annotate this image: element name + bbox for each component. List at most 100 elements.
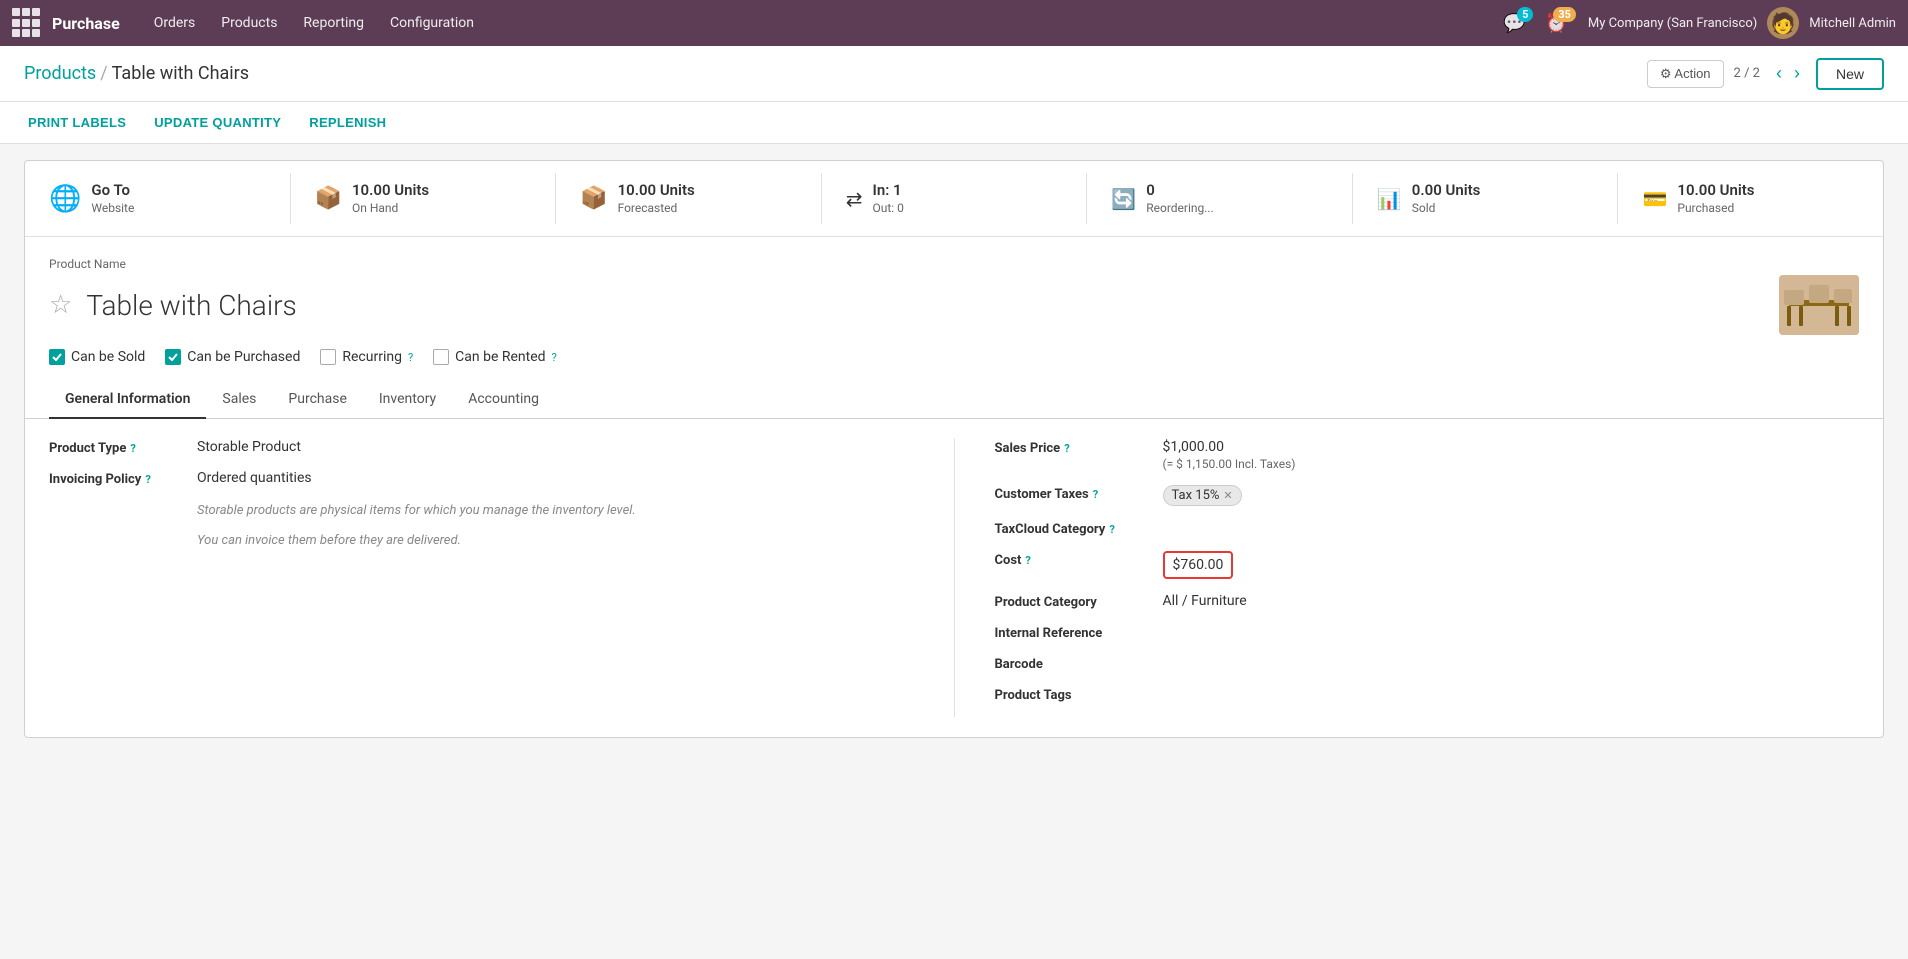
breadcrumb-current: Table with Chairs — [112, 63, 249, 84]
on-hand-stat-text: 10.00 Units On Hand — [352, 181, 429, 216]
apps-icon[interactable] — [12, 8, 42, 38]
product-type-help[interactable]: ? — [130, 442, 135, 455]
recurring-checkbox[interactable]: Recurring ? — [320, 349, 413, 365]
tab-sales[interactable]: Sales — [206, 381, 272, 419]
tax-badge[interactable]: Tax 15% ✕ — [1163, 485, 1242, 506]
new-button[interactable]: New — [1816, 58, 1884, 90]
product-thumbnail[interactable] — [1779, 275, 1859, 335]
nav-arrows: ‹ › — [1770, 59, 1806, 88]
nav-orders[interactable]: Orders — [142, 0, 208, 46]
main-content: 🌐 Go To Website 📦 10.00 Units On Hand 📦 … — [0, 144, 1908, 959]
product-note2: You can invoice them before they are del… — [197, 531, 914, 551]
can-be-sold-checkbox[interactable]: Can be Sold — [49, 349, 145, 365]
form-section: Product Type ? Storable Product Invoicin… — [49, 419, 1859, 737]
in-out-stat-text: In: 1 Out: 0 — [873, 181, 904, 216]
sales-price-label: Sales Price ? — [995, 439, 1155, 456]
product-category-row: Product Category All / Furniture — [995, 593, 1860, 610]
stat-on-hand[interactable]: 📦 10.00 Units On Hand — [291, 173, 557, 224]
tab-accounting[interactable]: Accounting — [452, 381, 555, 419]
invoicing-policy-label: Invoicing Policy ? — [49, 470, 189, 487]
purchased-value: 10.00 Units — [1677, 181, 1754, 201]
cost-help[interactable]: ? — [1025, 554, 1030, 567]
chat-button[interactable]: 💬 5 — [1503, 13, 1525, 34]
nav-reporting[interactable]: Reporting — [291, 0, 376, 46]
product-info: Product Name ☆ Table with Chairs — [25, 237, 1883, 737]
tax-label: Tax 15% — [1172, 488, 1220, 503]
breadcrumb-sep: / — [100, 63, 107, 84]
update-quantity-button[interactable]: UPDATE QUANTITY — [150, 115, 285, 130]
prev-button[interactable]: ‹ — [1770, 59, 1788, 88]
purchased-stat-text: 10.00 Units Purchased — [1677, 181, 1754, 216]
user-avatar[interactable]: 🧑 — [1767, 7, 1799, 39]
reordering-stat-text: 0 Reordering... — [1146, 181, 1214, 216]
sales-price-row: Sales Price ? $1,000.00 (= $ 1,150.00 In… — [995, 439, 1860, 471]
tab-purchase[interactable]: Purchase — [272, 381, 362, 419]
purchased-icon: 💳 — [1642, 187, 1667, 211]
sold-value: 0.00 Units — [1412, 181, 1481, 201]
stat-in-out[interactable]: ⇄ In: 1 Out: 0 — [822, 173, 1088, 224]
chat-badge: 5 — [1517, 7, 1533, 22]
sales-price-value-group: $1,000.00 (= $ 1,150.00 Incl. Taxes) — [1163, 439, 1296, 471]
stat-purchased[interactable]: 💳 10.00 Units Purchased — [1618, 173, 1883, 224]
product-type-label: Product Type ? — [49, 439, 189, 456]
forecasted-stat-text: 10.00 Units Forecasted — [618, 181, 695, 216]
next-button[interactable]: › — [1788, 59, 1806, 88]
can-be-rented-checkbox[interactable]: Can be Rented ? — [433, 349, 557, 365]
internal-reference-row: Internal Reference — [995, 624, 1860, 641]
invoicing-policy-row: Invoicing Policy ? Ordered quantities — [49, 470, 914, 487]
stat-forecasted[interactable]: 📦 10.00 Units Forecasted — [556, 173, 822, 224]
product-name-left: ☆ Table with Chairs — [49, 289, 297, 322]
nav-right: 💬 5 ⏰ 35 My Company (San Francisco) 🧑 Mi… — [1503, 7, 1896, 39]
product-card: 🌐 Go To Website 📦 10.00 Units On Hand 📦 … — [24, 160, 1884, 738]
nav-menu: Orders Products Reporting Configuration — [142, 0, 1499, 46]
invoicing-policy-help[interactable]: ? — [145, 473, 150, 486]
cost-row: Cost ? $760.00 — [995, 551, 1860, 579]
forecasted-icon: 📦 — [580, 186, 607, 211]
replenish-button[interactable]: REPLENISH — [305, 115, 390, 130]
company-name[interactable]: My Company (San Francisco) — [1588, 16, 1757, 31]
breadcrumb-parent[interactable]: Products — [24, 63, 96, 84]
forecasted-value: 10.00 Units — [618, 181, 695, 201]
website-stat-line2: Website — [91, 201, 134, 217]
product-tags-row: Product Tags — [995, 686, 1860, 703]
barcode-label: Barcode — [995, 655, 1155, 672]
customer-taxes-value: Tax 15% ✕ — [1163, 485, 1860, 506]
product-note1: Storable products are physical items for… — [197, 501, 914, 521]
tab-general-information[interactable]: General Information — [49, 381, 206, 419]
favorite-star[interactable]: ☆ — [49, 292, 72, 318]
tab-inventory[interactable]: Inventory — [363, 381, 452, 419]
print-labels-button[interactable]: PRINT LABELS — [24, 115, 130, 130]
recurring-label: Recurring — [342, 349, 402, 365]
nav-products[interactable]: Products — [209, 0, 289, 46]
action-button[interactable]: ⚙ Action — [1647, 60, 1724, 88]
stat-reordering[interactable]: 🔄 0 Reordering... — [1087, 173, 1353, 224]
website-stat-text: Go To Website — [91, 181, 134, 216]
taxcloud-help[interactable]: ? — [1109, 523, 1114, 536]
customer-taxes-help[interactable]: ? — [1093, 488, 1098, 501]
website-icon: 🌐 — [49, 184, 81, 214]
product-type-row: Product Type ? Storable Product — [49, 439, 914, 456]
can-be-rented-help[interactable]: ? — [552, 351, 557, 364]
clock-button[interactable]: ⏰ 35 — [1545, 13, 1567, 34]
nav-configuration[interactable]: Configuration — [378, 0, 486, 46]
internal-reference-label: Internal Reference — [995, 624, 1155, 641]
user-name[interactable]: Mitchell Admin — [1809, 16, 1896, 31]
tax-close-button[interactable]: ✕ — [1223, 489, 1232, 502]
in-value: In: 1 — [873, 181, 904, 201]
on-hand-value: 10.00 Units — [352, 181, 429, 201]
can-be-purchased-label: Can be Purchased — [187, 349, 300, 365]
clock-badge: 35 — [1553, 7, 1576, 22]
tabs-row: General Information Sales Purchase Inven… — [25, 381, 1883, 419]
website-stat-line1: Go To — [91, 181, 134, 201]
page-header: Products / Table with Chairs ⚙ Action 2 … — [0, 46, 1908, 102]
cost-field[interactable]: $760.00 — [1163, 551, 1234, 579]
can-be-purchased-checkbox[interactable]: Can be Purchased — [165, 349, 300, 365]
brand-name[interactable]: Purchase — [52, 14, 120, 33]
stat-go-to-website[interactable]: 🌐 Go To Website — [25, 173, 291, 224]
recurring-help[interactable]: ? — [408, 351, 413, 364]
recurring-box — [320, 349, 336, 365]
sales-price-help[interactable]: ? — [1064, 442, 1069, 455]
on-hand-label: On Hand — [352, 201, 429, 217]
sales-price-value[interactable]: $1,000.00 — [1163, 439, 1296, 455]
stat-sold[interactable]: 📊 0.00 Units Sold — [1353, 173, 1619, 224]
